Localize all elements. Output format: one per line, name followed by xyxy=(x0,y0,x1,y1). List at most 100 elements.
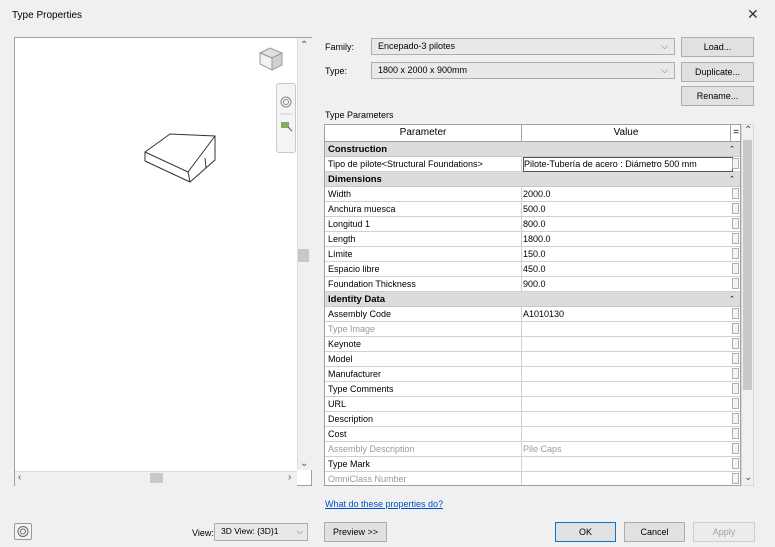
parameter-associate-button[interactable] xyxy=(732,263,739,274)
preview-vscroll-thumb[interactable] xyxy=(298,249,309,262)
parameter-associate-button[interactable] xyxy=(732,203,739,214)
chevron-down-icon: ⌵ xyxy=(296,526,303,536)
ok-button[interactable]: OK xyxy=(555,522,616,542)
table-row[interactable]: Anchura muesca 500.0 xyxy=(325,202,740,217)
group-name: Identity Data xyxy=(328,294,386,305)
collapse-icon[interactable]: ⌃ xyxy=(729,142,735,157)
table-row[interactable]: Width 2000.0 xyxy=(325,187,740,202)
table-row[interactable]: Type Image xyxy=(325,322,740,337)
type-value: 1800 x 2000 x 900mm xyxy=(378,65,468,75)
parameter-associate-button[interactable] xyxy=(732,278,739,289)
parameter-value[interactable]: Pilote-Tubería de acero : Diámetro 500 m… xyxy=(523,157,733,172)
rename-button[interactable]: Rename... xyxy=(681,86,754,106)
collapse-icon[interactable]: ⌃ xyxy=(729,172,735,187)
scroll-left-icon[interactable]: ‹ xyxy=(18,472,21,483)
column-divider xyxy=(521,322,522,336)
preview-button[interactable]: Preview >> xyxy=(324,522,387,542)
group-header[interactable]: Identity Data ⌃ xyxy=(325,292,740,307)
parameter-associate-button[interactable] xyxy=(732,188,739,199)
parameter-associate-button[interactable] xyxy=(732,248,739,259)
scroll-right-icon[interactable]: › xyxy=(288,472,291,483)
group-header[interactable]: Construction ⌃ xyxy=(325,142,740,157)
duplicate-button[interactable]: Duplicate... xyxy=(681,62,754,82)
table-row[interactable]: OmniClass Number xyxy=(325,472,740,485)
parameter-value[interactable]: 800.0 xyxy=(523,217,731,231)
table-row[interactable]: Espacio libre 450.0 xyxy=(325,262,740,277)
parameter-associate-button[interactable] xyxy=(732,218,739,229)
scroll-up-icon[interactable]: ⌃ xyxy=(300,40,308,51)
column-divider xyxy=(521,187,522,201)
cancel-button[interactable]: Cancel xyxy=(624,522,685,542)
table-row[interactable]: Model xyxy=(325,352,740,367)
parameter-value[interactable]: Pile Caps xyxy=(523,442,731,456)
table-row[interactable]: Length 1800.0 xyxy=(325,232,740,247)
table-row[interactable]: Tipo de pilote<Structural Foundations> Pi… xyxy=(325,157,740,172)
parameter-name: Type Image xyxy=(328,324,376,334)
parameter-associate-button[interactable] xyxy=(732,233,739,244)
steering-wheel-icon[interactable] xyxy=(280,96,292,108)
group-name: Dimensions xyxy=(328,174,382,185)
view-select[interactable]: 3D View: {3D}1 ⌵ xyxy=(214,523,308,541)
table-row[interactable]: Description xyxy=(325,412,740,427)
table-row[interactable]: Cost xyxy=(325,427,740,442)
column-divider xyxy=(521,337,522,351)
table-row[interactable]: Assembly Code A1010130 xyxy=(325,307,740,322)
preview-pane[interactable] xyxy=(14,37,312,486)
viewcube-icon[interactable] xyxy=(256,44,288,74)
help-link[interactable]: What do these properties do? xyxy=(325,499,443,509)
parameter-associate-button[interactable] xyxy=(732,428,739,439)
preview-hscroll-thumb[interactable] xyxy=(150,473,163,483)
table-row[interactable]: Límite 150.0 xyxy=(325,247,740,262)
header-sort[interactable]: = xyxy=(732,125,740,141)
header-parameter[interactable]: Parameter xyxy=(325,125,522,141)
scroll-down-icon[interactable]: ⌄ xyxy=(744,472,752,483)
column-divider xyxy=(521,382,522,396)
parameter-associate-button[interactable] xyxy=(732,443,739,454)
apply-button[interactable]: Apply xyxy=(693,522,755,542)
table-row[interactable]: Keynote xyxy=(325,337,740,352)
parameter-associate-button[interactable] xyxy=(732,368,739,379)
preview-toggle-icon[interactable] xyxy=(14,523,32,540)
group-header[interactable]: Dimensions ⌃ xyxy=(325,172,740,187)
parameter-value[interactable]: 150.0 xyxy=(523,247,731,261)
parameter-associate-button[interactable] xyxy=(732,398,739,409)
table-row[interactable]: Longitud 1 800.0 xyxy=(325,217,740,232)
scroll-up-icon[interactable]: ⌃ xyxy=(744,125,752,136)
group-name: Construction xyxy=(328,144,388,155)
load-button[interactable]: Load... xyxy=(681,37,754,57)
parameter-associate-button[interactable] xyxy=(732,323,739,334)
parameter-value[interactable]: 500.0 xyxy=(523,202,731,216)
parameter-associate-button[interactable] xyxy=(732,473,739,484)
parameter-associate-button[interactable] xyxy=(732,458,739,469)
family-select[interactable]: Encepado-3 pilotes ⌵ xyxy=(371,38,675,55)
table-row[interactable]: Foundation Thickness 900.0 xyxy=(325,277,740,292)
parameter-associate-button[interactable] xyxy=(732,308,739,319)
parameter-associate-button[interactable] xyxy=(732,338,739,349)
table-row[interactable]: Assembly Description Pile Caps xyxy=(325,442,740,457)
scroll-down-icon[interactable]: ⌄ xyxy=(300,458,308,469)
parameter-name: Assembly Code xyxy=(328,309,392,319)
table-row[interactable]: Manufacturer xyxy=(325,367,740,382)
parameter-value[interactable]: A1010130 xyxy=(523,307,731,321)
table-header: Parameter Value = xyxy=(325,125,740,142)
close-icon[interactable]: ✕ xyxy=(747,6,759,23)
parameter-name: Límite xyxy=(328,249,353,259)
zoom-icon[interactable] xyxy=(280,121,292,133)
parameter-value[interactable]: 2000.0 xyxy=(523,187,731,201)
table-row[interactable]: Type Comments xyxy=(325,382,740,397)
header-value[interactable]: Value xyxy=(522,125,731,141)
parameter-associate-button[interactable] xyxy=(732,158,739,169)
parameter-value[interactable]: 1800.0 xyxy=(523,232,731,246)
table-row[interactable]: Type Mark xyxy=(325,457,740,472)
parameter-value[interactable]: 450.0 xyxy=(523,262,731,276)
parameter-associate-button[interactable] xyxy=(732,383,739,394)
type-select[interactable]: 1800 x 2000 x 900mm ⌵ xyxy=(371,62,675,79)
collapse-icon[interactable]: ⌃ xyxy=(729,292,735,307)
column-divider xyxy=(521,262,522,276)
table-vscroll-thumb[interactable] xyxy=(743,140,752,390)
table-row[interactable]: URL xyxy=(325,397,740,412)
parameter-associate-button[interactable] xyxy=(732,413,739,424)
parameter-name: Tipo de pilote<Structural Foundations> xyxy=(328,159,483,169)
parameter-value[interactable]: 900.0 xyxy=(523,277,731,291)
parameter-associate-button[interactable] xyxy=(732,353,739,364)
